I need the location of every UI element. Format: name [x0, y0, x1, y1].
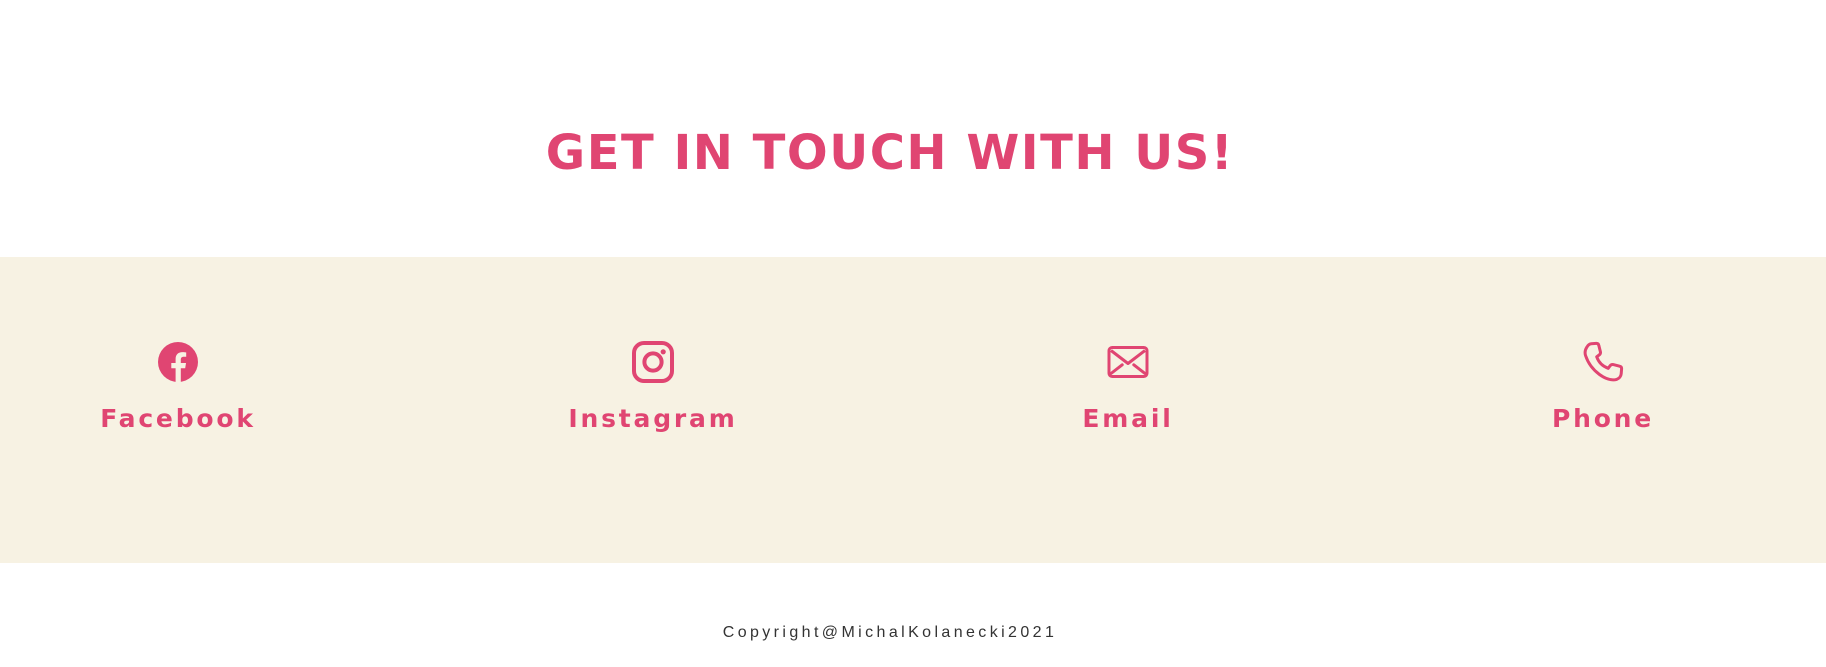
heading-section: GET IN TOUCH WITH US! [0, 0, 1826, 257]
contact-label-instagram: Instagram [568, 404, 738, 433]
contact-label-email: Email [1082, 404, 1174, 433]
contact-link-facebook[interactable]: Facebook [48, 341, 308, 461]
footer: Copyright@MichalKolanecki2021 [0, 563, 1826, 667]
facebook-icon [157, 341, 199, 383]
contact-links-section: Facebook Instagram Email Phone [0, 257, 1826, 563]
contact-link-email[interactable]: Email [998, 341, 1258, 461]
contact-link-instagram[interactable]: Instagram [523, 341, 783, 461]
page-title: GET IN TOUCH WITH US! [545, 125, 1235, 181]
copyright-text: Copyright@MichalKolanecki2021 [722, 624, 1058, 641]
contact-label-phone: Phone [1551, 404, 1655, 433]
phone-icon [1582, 341, 1624, 383]
instagram-icon [632, 341, 674, 383]
contact-label-facebook: Facebook [100, 404, 256, 433]
email-icon [1107, 341, 1149, 383]
contact-link-phone[interactable]: Phone [1473, 341, 1733, 461]
